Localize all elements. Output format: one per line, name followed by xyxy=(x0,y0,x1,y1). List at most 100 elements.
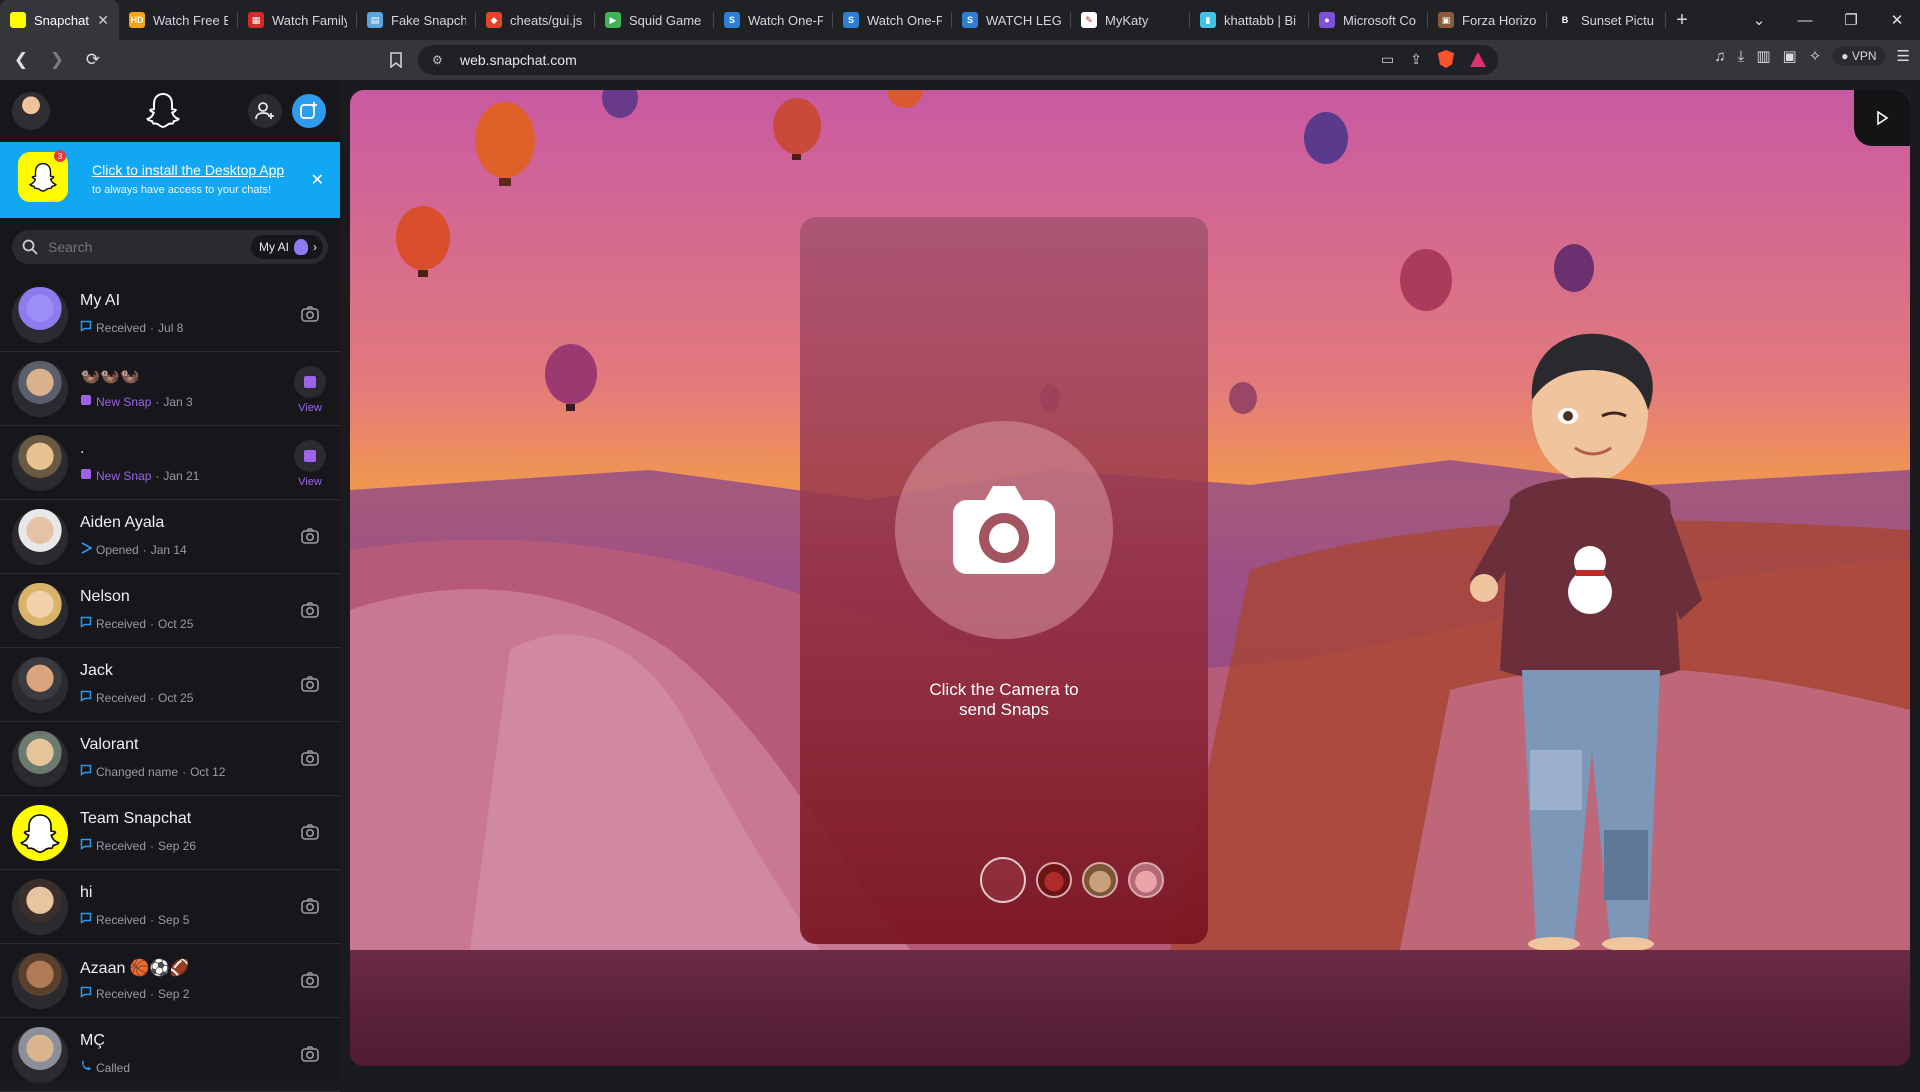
tab-title: Watch One-P xyxy=(748,12,823,28)
chat-status: Called xyxy=(80,1060,130,1075)
separator-dot: · xyxy=(155,468,160,483)
chat-row[interactable]: MÇ Called xyxy=(0,1018,340,1092)
menu-icon[interactable]: ☰ xyxy=(1897,47,1910,65)
stories-play-button[interactable] xyxy=(1854,90,1910,146)
tab-favicon-icon: ✎ xyxy=(1081,12,1097,28)
friend-name: . xyxy=(80,440,85,457)
lens-cute[interactable] xyxy=(1128,862,1164,898)
reply-camera-icon[interactable] xyxy=(300,526,320,546)
friend-name: Jack xyxy=(80,662,113,679)
browser-tab[interactable]: S Watch One-P xyxy=(833,0,952,40)
brave-rewards-icon[interactable] xyxy=(1470,51,1486,67)
status-date: Sep 5 xyxy=(158,912,190,927)
my-profile-avatar[interactable] xyxy=(12,92,50,130)
status-label: New Snap xyxy=(96,468,152,483)
brave-shields-icon[interactable] xyxy=(1438,50,1454,68)
friend-name: My AI xyxy=(80,292,121,309)
browser-tab[interactable]: ▮ khattabb | Bi xyxy=(1190,0,1309,40)
install-app-subtitle: to always have access to your chats! xyxy=(92,184,272,196)
browser-tab[interactable]: ▦ Watch Family xyxy=(238,0,357,40)
reply-camera-icon[interactable] xyxy=(300,304,320,324)
chat-row[interactable]: . New Snap · Jan 21 View xyxy=(0,426,340,500)
minimize-button[interactable]: — xyxy=(1782,0,1828,40)
chat-row[interactable]: Jack Received · Oct 25 xyxy=(0,648,340,722)
camera-button[interactable] xyxy=(895,421,1113,639)
leo-ai-icon[interactable]: ✧ xyxy=(1809,47,1822,65)
browser-tab[interactable]: ▤ Fake Snapch xyxy=(357,0,476,40)
separator-dot: · xyxy=(150,320,155,335)
share-icon[interactable]: ⇪ xyxy=(1410,51,1422,68)
tab-favicon-icon: HD xyxy=(129,12,145,28)
chat-row[interactable]: Nelson Received · Oct 25 xyxy=(0,574,340,648)
media-icon[interactable]: ♫ xyxy=(1714,48,1725,65)
wallet-icon[interactable]: ▣ xyxy=(1783,47,1797,65)
browser-tab[interactable]: ▣ Forza Horizo xyxy=(1428,0,1547,40)
bookmark-icon[interactable] xyxy=(384,48,408,72)
reply-camera-icon[interactable] xyxy=(300,674,320,694)
my-ai-shortcut-label: My AI xyxy=(258,240,289,254)
chat-row[interactable]: Team Snapchat Received · Sep 26 xyxy=(0,796,340,870)
browser-tab[interactable]: ◆ cheats/gui.js xyxy=(476,0,595,40)
tab-favicon-icon: ▶ xyxy=(605,12,621,28)
browser-tab[interactable]: ✎ MyKaty xyxy=(1071,0,1190,40)
browser-tab[interactable]: B Sunset Pictu xyxy=(1547,0,1666,40)
new-chat-icon xyxy=(300,102,317,119)
back-button[interactable]: ❮ xyxy=(6,45,36,75)
separator-dot: · xyxy=(150,616,155,631)
friend-avatar xyxy=(12,287,68,343)
reply-camera-icon[interactable] xyxy=(300,600,320,620)
install-app-banner[interactable]: 3 Click to install the Desktop App to al… xyxy=(0,142,340,218)
address-bar[interactable]: ⚙ web.snapchat.com ▭ ⇪ xyxy=(418,45,1498,75)
chat-row[interactable]: Aiden Ayala Opened · Jan 14 xyxy=(0,500,340,574)
new-chat-button[interactable] xyxy=(292,94,326,128)
chat-status: Received · Sep 26 xyxy=(80,838,196,853)
browser-tab[interactable]: HD Watch Free B xyxy=(119,0,238,40)
chat-row[interactable]: 🦦🦦🦦 New Snap · Jan 3 View xyxy=(0,352,340,426)
lens-face[interactable] xyxy=(1082,862,1118,898)
my-ai-shortcut-button[interactable]: My AI › xyxy=(250,235,323,259)
reload-button[interactable]: ⟳ xyxy=(78,45,108,75)
reply-camera-icon[interactable] xyxy=(300,896,320,916)
separator-dot: · xyxy=(150,838,155,853)
lens-devil[interactable] xyxy=(1036,862,1072,898)
downloads-icon[interactable]: ⤓ xyxy=(1738,48,1745,65)
tab-search-chevron-icon[interactable]: ⌄ xyxy=(1736,0,1782,40)
install-app-link[interactable]: Click to install the Desktop App xyxy=(92,162,284,178)
reply-camera-icon[interactable] xyxy=(300,822,320,842)
friend-avatar xyxy=(12,731,68,787)
chat-row[interactable]: Valorant Changed name · Oct 12 xyxy=(0,722,340,796)
vpn-label: VPN xyxy=(1851,49,1877,63)
sidebar-toggle-icon[interactable]: ▥ xyxy=(1756,47,1770,65)
search-input[interactable] xyxy=(48,239,228,255)
view-snap-button[interactable]: View xyxy=(294,440,326,488)
chat-bubble-icon xyxy=(80,912,92,927)
chat-row[interactable]: Azaan 🏀⚽🏈 Received · Sep 2 xyxy=(0,944,340,1018)
browser-tab[interactable]: ▶ Squid Game xyxy=(595,0,714,40)
chat-bubble-icon xyxy=(80,986,92,1001)
friend-name: Azaan 🏀⚽🏈 xyxy=(80,960,190,977)
vpn-button[interactable]: ● VPN xyxy=(1833,46,1885,66)
site-settings-icon[interactable]: ⚙ xyxy=(432,53,448,67)
new-tab-button[interactable]: + xyxy=(1666,4,1698,36)
browser-tab[interactable]: S WATCH LEGO xyxy=(952,0,1071,40)
add-friend-button[interactable] xyxy=(248,94,282,128)
close-tab-icon[interactable]: ✕ xyxy=(97,12,109,29)
forward-button[interactable]: ❯ xyxy=(42,45,72,75)
reply-camera-icon[interactable] xyxy=(300,970,320,990)
lens-carousel xyxy=(980,857,1164,903)
browser-tab[interactable]: S Watch One-P xyxy=(714,0,833,40)
friend-name: Valorant xyxy=(80,736,139,753)
browser-tab[interactable]: Snapchat ✕ xyxy=(0,0,119,40)
view-snap-button[interactable]: View xyxy=(294,366,326,414)
cast-icon[interactable]: ▭ xyxy=(1381,51,1394,68)
close-banner-button[interactable]: ✕ xyxy=(311,170,324,190)
restore-button[interactable]: ❐ xyxy=(1828,0,1874,40)
close-window-button[interactable]: ✕ xyxy=(1874,0,1920,40)
chat-row[interactable]: hi Received · Sep 5 xyxy=(0,870,340,944)
capture-lens-slot[interactable] xyxy=(980,857,1026,903)
browser-tab[interactable]: ● Microsoft Co xyxy=(1309,0,1428,40)
chat-row[interactable]: My AI Received · Jul 8 xyxy=(0,278,340,352)
tab-title: Forza Horizo xyxy=(1462,12,1537,28)
reply-camera-icon[interactable] xyxy=(300,1044,320,1064)
reply-camera-icon[interactable] xyxy=(300,748,320,768)
